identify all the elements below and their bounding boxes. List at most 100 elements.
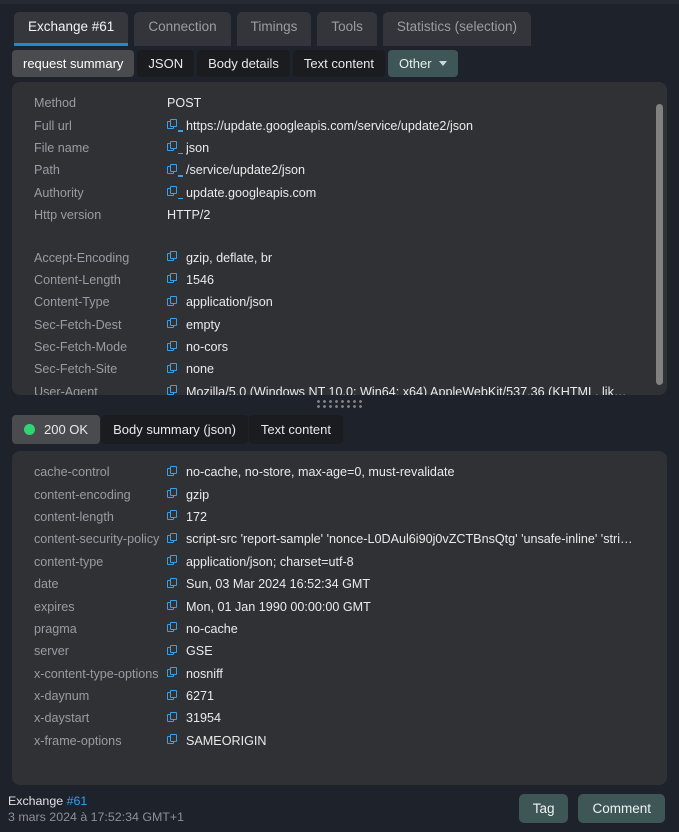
copy-icon[interactable] [167,577,180,591]
response-tab[interactable]: Body summary (json) [101,415,248,444]
request-panel-scrollbar[interactable] [656,104,663,385]
header-row-key: x-daystart [34,711,90,726]
header-row-value-text: no-cors [186,340,228,355]
copy-icon[interactable] [167,340,180,354]
header-row: content-type application/json; charset=ut… [12,551,663,573]
request-other-dropdown[interactable]: Other [388,49,458,77]
header-row-value: SAMEORIGIN [167,734,655,748]
copy-icon[interactable] [167,689,180,703]
header-row-value: gzip [167,488,655,502]
header-row-value-text: Mon, 01 Jan 1990 00:00:00 GMT [186,599,371,614]
copy-icon[interactable] [167,251,180,264]
main-tab[interactable]: Timings [236,12,312,46]
header-row-value-text: gzip, deflate, br [186,250,273,265]
header-row-value-text: no-cache, no-store, max-age=0, must-reva… [186,465,455,480]
copy-icon[interactable] [167,385,180,395]
response-headers-rows: cache-control no-cache, no-store, max-age… [12,451,667,760]
copy-icon[interactable] [167,600,180,613]
header-row-value: nosniff [167,667,655,681]
request-subtab[interactable]: request summary [12,49,135,77]
main-tab[interactable]: Exchange #61 [14,12,129,46]
chevron-down-icon [438,60,447,66]
header-row-key: User-Agent [34,384,98,395]
copy-icon[interactable] [167,163,183,177]
request-subtab-bar: request summary JSON Body details Text cont… [0,46,679,82]
header-row-value: Mozilla/5.0 (Windows NT 10.0; Win64; x64… [167,385,655,395]
copy-icon[interactable] [167,295,180,309]
main-tab[interactable]: Connection [134,12,231,46]
header-row-value-text: https://update.googleapis.com/service/up… [186,118,474,133]
scrollbar-thumb[interactable] [656,104,663,385]
header-row-value-text: POST [167,96,202,111]
request-summary-rows: Method POST Full url https://update.googlea… [12,82,667,395]
response-tab-bar: 200 OK Body summary (json) Text content [0,413,679,451]
copy-icon[interactable] [167,141,183,155]
response-tab[interactable]: Text content [248,415,344,444]
header-row-value-text: /service/update2/json [186,163,306,178]
header-row-key: x-daynum [34,689,90,704]
header-row-key: Http version [34,208,102,223]
copy-icon[interactable] [167,465,180,479]
copy-icon[interactable] [167,318,180,331]
header-row-key: pragma [34,621,77,636]
copy-icon[interactable] [167,667,180,680]
header-row-value-text: HTTP/2 [167,208,211,223]
header-row-value: POST [167,96,655,110]
header-row-key: Sec-Fetch-Mode [34,340,128,355]
footer-exchange-number: #61 [66,793,88,808]
header-row-value-text: Mozilla/5.0 (Windows NT 10.0; Win64; x64… [186,384,627,395]
header-row-value: GSE [167,644,655,658]
footer-actions: Tag Comment [518,794,665,823]
main-tab[interactable]: Tools [317,12,377,46]
header-row-value-text: 31954 [186,711,222,726]
header-row-value: HTTP/2 [167,208,655,222]
response-tab[interactable]: 200 OK [12,415,101,444]
header-row: Method POST [12,92,663,114]
comment-button[interactable]: Comment [578,794,665,823]
request-other-dropdown-label: Other [399,55,432,71]
header-row: pragma no-cache [12,618,663,640]
header-row: Content-Length 1546 [12,269,663,291]
header-row-key: date [34,577,59,592]
copy-icon[interactable] [167,532,180,546]
footer-exchange-label: Exchange [8,793,67,808]
copy-icon[interactable] [167,734,180,747]
copy-icon[interactable] [167,711,180,725]
header-row: x-frame-options SAMEORIGIN [12,730,663,752]
copy-icon[interactable] [167,510,180,523]
copy-icon[interactable] [167,362,180,376]
header-row-value: no-cache [167,622,655,636]
header-row-value-text: SAMEORIGIN [186,733,267,748]
header-row: Accept-Encoding gzip, deflate, br [12,246,663,268]
header-row-value: application/json; charset=utf-8 [167,555,655,569]
copy-icon[interactable] [167,273,180,286]
header-row-value-text: nosniff [186,666,223,681]
copy-icon[interactable] [167,488,180,501]
request-subtab[interactable]: Body details [197,49,290,77]
header-row-value-text: GSE [186,644,213,659]
header-row-value-text: 6271 [186,689,215,704]
header-row-value: update.googleapis.com [167,186,655,200]
request-subtab[interactable]: JSON [137,49,195,77]
header-row-key: content-type [34,554,104,569]
header-row-value-text: empty [186,317,221,332]
header-row: cache-control no-cache, no-store, max-age… [12,461,663,483]
header-row-value-text: script-src 'report-sample' 'nonce-L0DAul… [186,532,633,547]
main-tab[interactable]: Statistics (selection) [382,12,531,46]
panel-splitter[interactable] [0,395,679,413]
copy-icon[interactable] [167,622,180,635]
footer-exchange-info: Exchange #61 3 mars 2024 à 17:52:34 GMT+… [8,794,184,824]
header-row: Sec-Fetch-Site none [12,358,663,380]
header-row-key: Sec-Fetch-Dest [34,317,122,332]
copy-icon[interactable] [167,555,180,568]
footer-timestamp: 3 mars 2024 à 17:52:34 GMT+1 [8,809,184,824]
header-row-key: Authority [34,185,84,200]
tag-button[interactable]: Tag [518,794,569,823]
request-subtab[interactable]: Text content [292,49,386,77]
copy-icon[interactable] [167,644,180,658]
copy-icon[interactable] [167,119,183,133]
header-row-key: Method [34,96,77,111]
main-tab-bar: Exchange #61 Connection Timings Tools Statis… [0,0,679,46]
copy-icon[interactable] [167,186,183,200]
header-row: Http version HTTP/2 [12,204,663,226]
